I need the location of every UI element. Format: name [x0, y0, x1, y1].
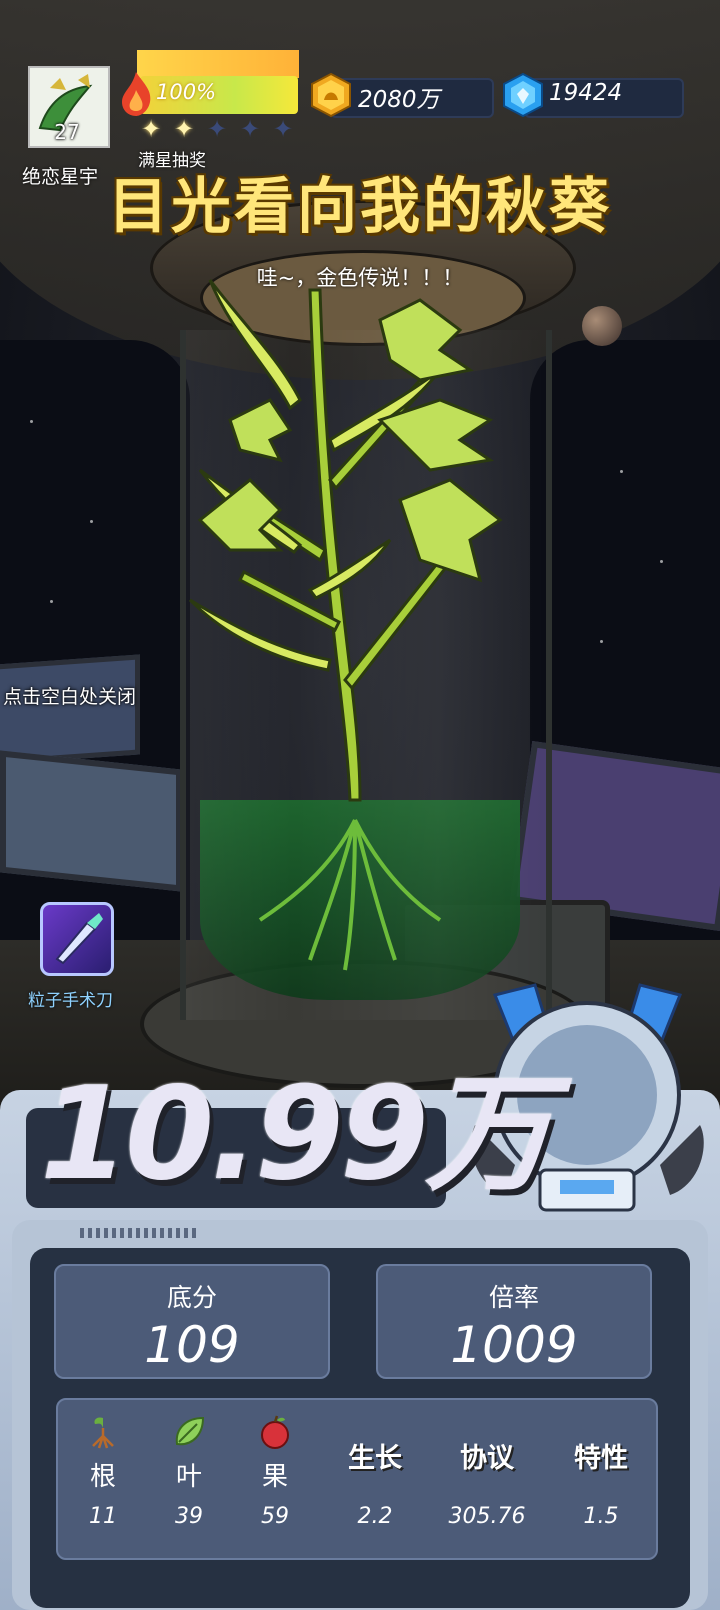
attr-name: 根 [89, 1462, 116, 1492]
base-score-label: 底分 [166, 1283, 217, 1312]
attr-value: 59 [261, 1504, 289, 1529]
gem-value: 19424 [549, 80, 623, 106]
attr-growth: 生长 2.2 [330, 1400, 420, 1560]
total-score: 10.99万 [40, 1060, 553, 1209]
leaf-icon [175, 1416, 205, 1446]
attr-leaf: 叶 39 [144, 1400, 234, 1560]
energy-percent: 100% [156, 80, 217, 104]
attr-value: 39 [175, 1504, 203, 1529]
attr-protocol: 协议 305.76 [442, 1400, 532, 1560]
attr-value: 2.2 [357, 1504, 393, 1529]
base-score-card: 底分 109 [54, 1264, 330, 1379]
monitor-left [0, 654, 140, 766]
attr-value: 1.5 [583, 1504, 619, 1529]
attr-trait: 特性 1.5 [556, 1400, 646, 1560]
planet-icon [582, 306, 622, 346]
coin-value: 2080万 [358, 87, 440, 113]
attr-name: 特性 [574, 1443, 628, 1474]
attr-fruit: 果 59 [230, 1400, 320, 1560]
okra-plant-image [188, 279, 503, 971]
star-filled-icon: ✦ [140, 115, 162, 143]
close-hint: 点击空白处关闭 [3, 686, 137, 708]
bg-star [660, 560, 663, 563]
attr-name: 协议 [460, 1443, 514, 1474]
apple-icon [261, 1415, 289, 1449]
star-empty-icon: ✦ [206, 115, 228, 143]
attr-name: 叶 [175, 1462, 202, 1492]
attribute-card: 根 11 叶 39 果 59 生长 2.2 协议 305.76 特性 1.5 [56, 1398, 658, 1560]
particle-scalpel-label: 粒子手术刀 [28, 991, 113, 1011]
star-empty-icon: ✦ [239, 115, 261, 143]
gem-icon [503, 72, 543, 118]
bg-star [50, 600, 53, 603]
base-score-value: 109 [144, 1316, 240, 1374]
attr-value: 11 [89, 1504, 117, 1529]
coin-icon [311, 72, 351, 118]
bg-star [600, 640, 603, 643]
multiplier-value: 1009 [450, 1316, 578, 1374]
fire-icon [122, 72, 151, 116]
root-icon [92, 1417, 114, 1449]
player-level: 27 [54, 120, 80, 144]
rarity-text: 哇~，金色传说！！！ [256, 266, 464, 290]
energy-bar-cap [137, 50, 299, 78]
multiplier-label: 倍率 [488, 1283, 539, 1312]
bg-star [90, 520, 93, 523]
console-left [0, 750, 182, 892]
star-progress: ✦ ✦ ✦ ✦ ✦ [136, 116, 298, 142]
scalpel-icon [55, 913, 103, 965]
star-empty-icon: ✦ [272, 115, 294, 143]
multiplier-card: 倍率 1009 [376, 1264, 652, 1379]
bg-star [620, 470, 623, 473]
attr-name: 果 [261, 1462, 288, 1492]
particle-scalpel-button[interactable] [40, 902, 114, 976]
attr-name: 生长 [348, 1443, 402, 1474]
plant-title: 目光看向我的秋葵 [108, 172, 612, 242]
panel-stripes [80, 1228, 200, 1238]
attr-root: 根 11 [58, 1400, 148, 1560]
bg-star [30, 420, 33, 423]
star-filled-icon: ✦ [173, 115, 195, 143]
attr-value: 305.76 [448, 1504, 526, 1529]
